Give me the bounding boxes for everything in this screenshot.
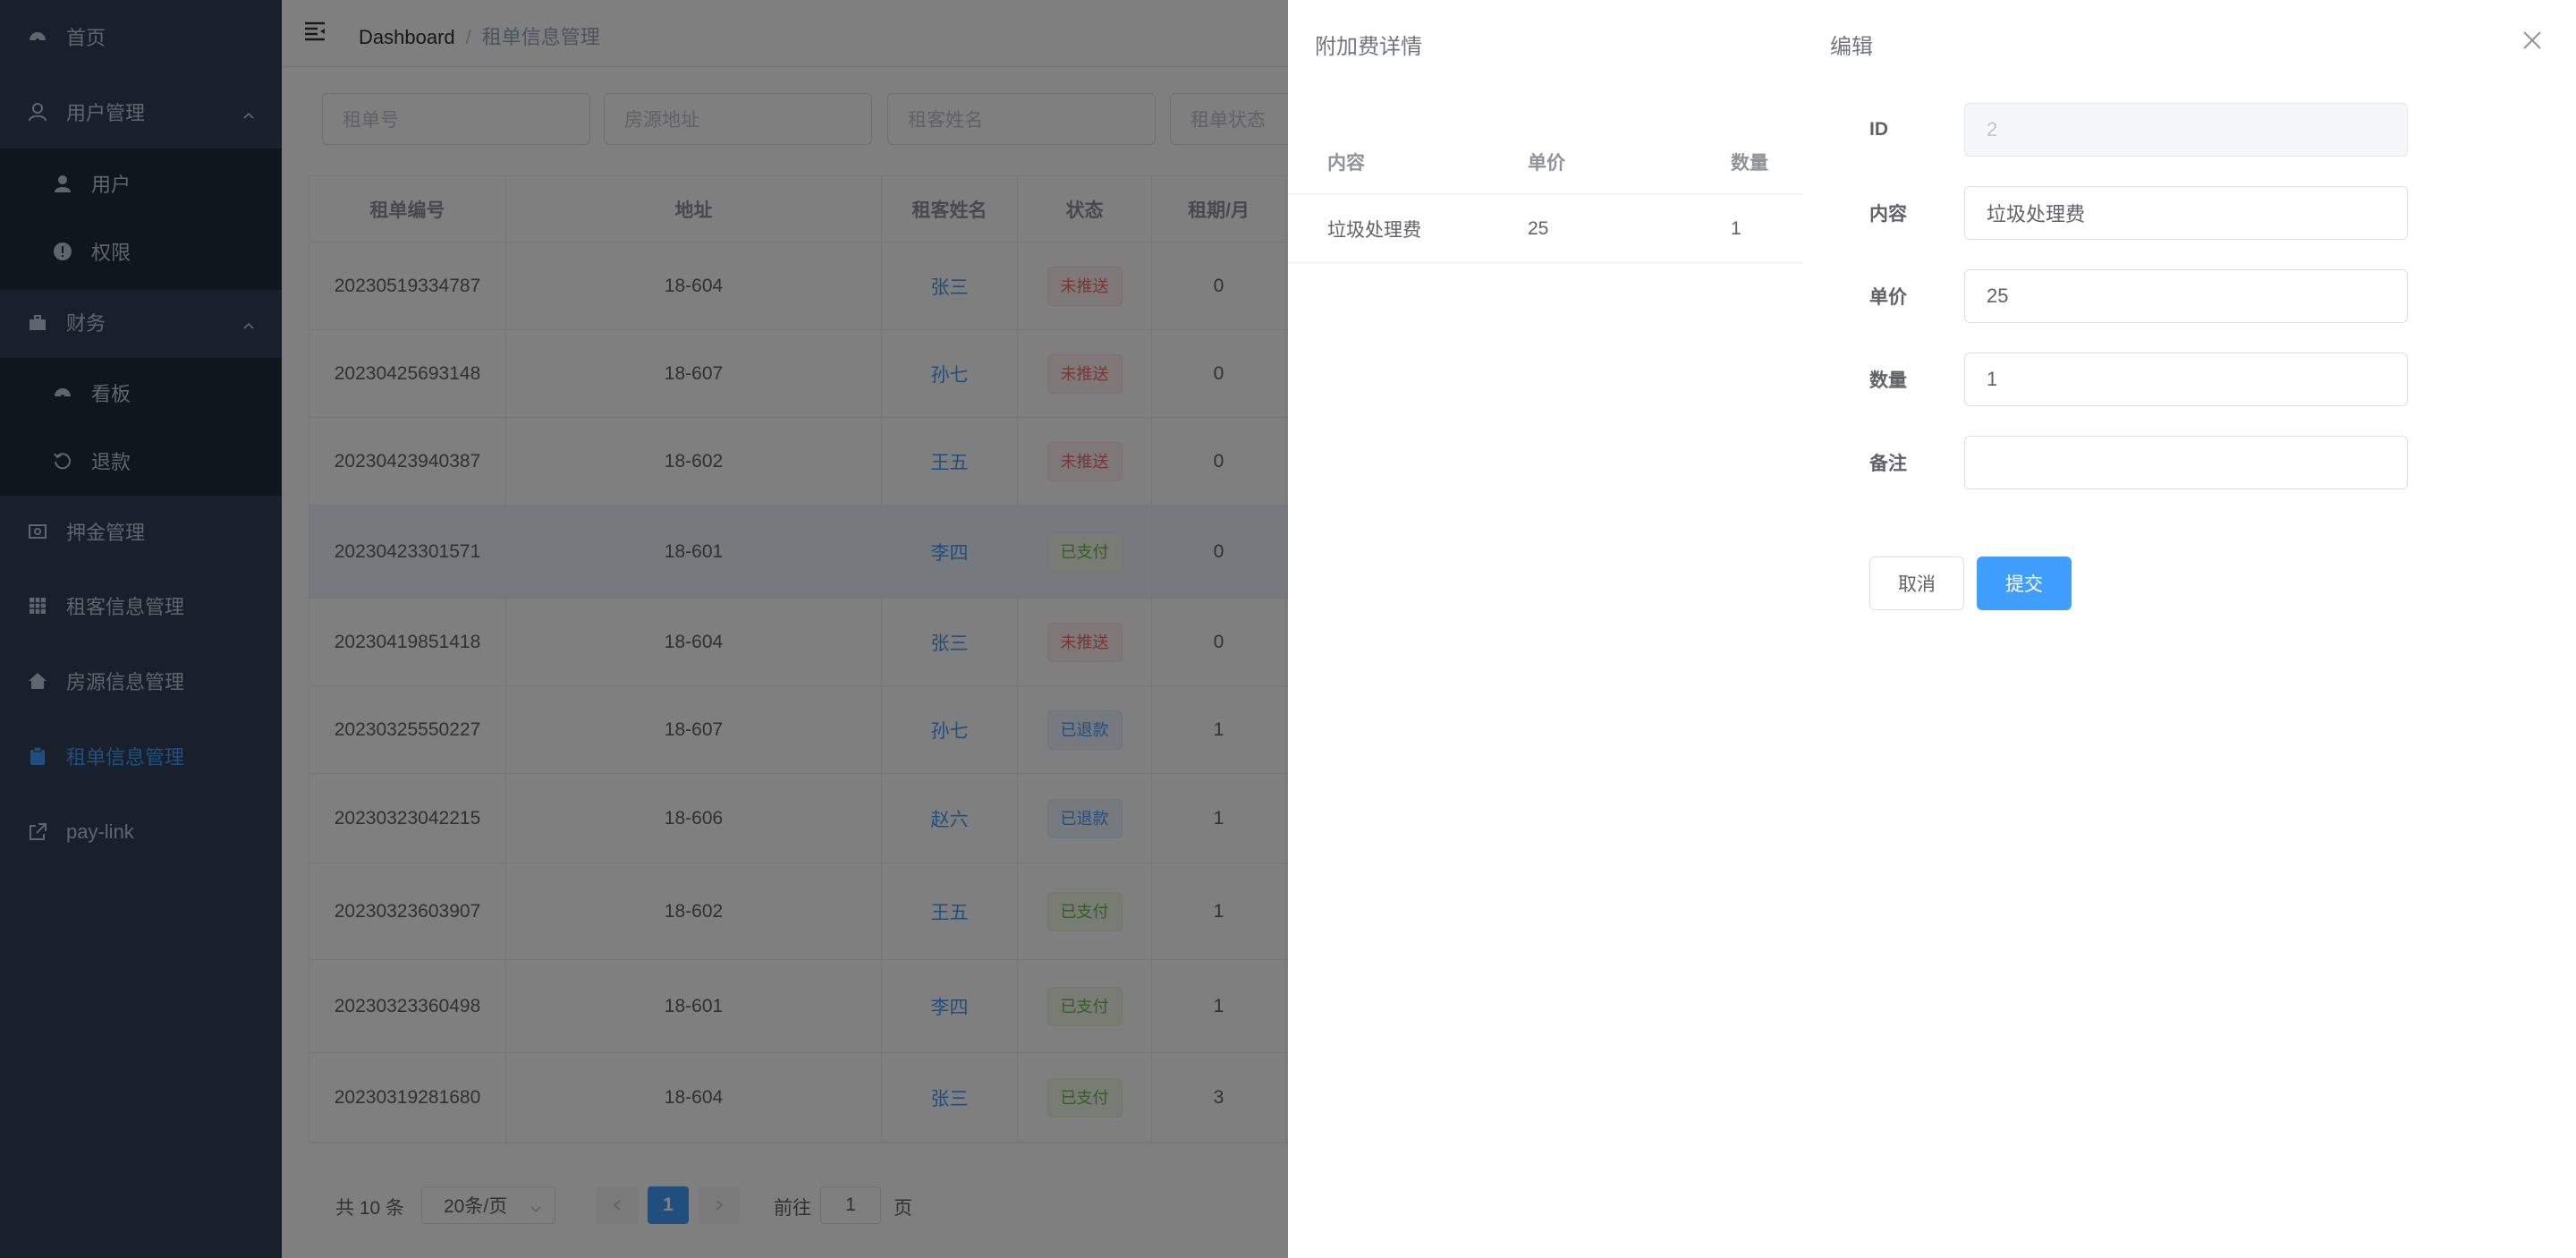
quantity-label: 数量	[1869, 370, 1907, 391]
price-label: 单价	[1869, 287, 1907, 308]
column-header: 数量	[1731, 153, 1768, 174]
content-label: 内容	[1869, 204, 1907, 225]
price-field[interactable]: 25	[1964, 269, 2408, 323]
id-field: 2	[1964, 103, 2408, 157]
remark-label: 备注	[1869, 454, 1907, 474]
drawer-title: 编辑	[1830, 35, 1873, 59]
column-header: 单价	[1528, 153, 1565, 174]
cancel-button[interactable]: 取消	[1869, 557, 1964, 610]
column-header: 内容	[1327, 153, 1365, 174]
submit-button[interactable]: 提交	[1977, 557, 2072, 610]
table-row[interactable]: 垃圾处理费 25 1	[1288, 193, 1807, 263]
fee-content: 垃圾处理费	[1327, 220, 1421, 241]
edit-drawer: 编辑 ID 2 内容 垃圾处理费 单价 25 数量 1 备注 取消 提交	[1803, 0, 2576, 1258]
quantity-field[interactable]: 1	[1964, 353, 2408, 406]
remark-field[interactable]	[1964, 436, 2408, 489]
fee-price: 25	[1528, 218, 1549, 239]
close-icon[interactable]	[2521, 29, 2544, 52]
drawer-title: 附加费详情	[1315, 35, 1422, 59]
id-label: ID	[1869, 119, 1888, 140]
fee-quantity: 1	[1731, 218, 1741, 239]
content-field[interactable]: 垃圾处理费	[1964, 186, 2408, 240]
